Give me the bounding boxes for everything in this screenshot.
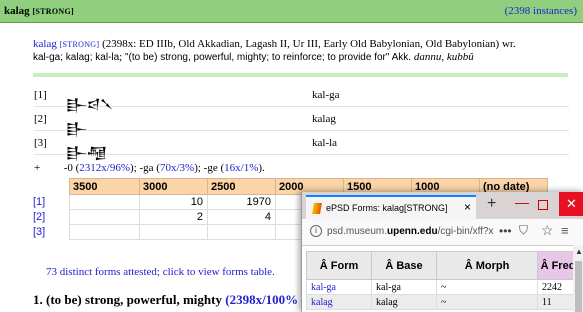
period-cell: 10 [139,194,208,210]
form-base: kal-ga [371,279,437,295]
stats-text: ); -ge ( [194,162,225,174]
tab-close-icon[interactable]: × [464,200,471,214]
stats-plus: + [34,162,41,174]
section-divider [33,73,568,77]
url-prefix: psd.museum. [327,226,388,237]
period-cell [69,209,140,225]
period-cell [207,224,276,240]
period-row-link[interactable]: [1] [33,195,70,210]
forms-header-row: Â Form Â Base Â Morph Â Freq [306,251,579,280]
forms-table: Â Form Â Base Â Morph Â Freq kal-ga kal-… [306,251,579,310]
tab-title: ePSD Forms: kalag[STRONG] [326,203,448,213]
form-row: [2] 𒃲 kalag [34,108,569,137]
period-cell: 1970 [207,194,276,210]
url-domain: upenn.edu [387,226,438,237]
period-row-link[interactable]: [2] [33,210,70,225]
sense-text: 1. (to be) strong, powerful, mighty [33,292,222,307]
period-cell: 2 [139,209,208,225]
scrollbar[interactable]: ▲ [573,245,583,312]
scroll-up-icon[interactable]: ▲ [575,247,583,256]
pocket-icon[interactable]: ⛉ [519,223,528,238]
period-header: 3500 [69,178,140,195]
close-window-icon[interactable]: ✕ [559,192,583,216]
lemma-summary: kalag [STRONG] (2398x: ED IIIb, Old Akka… [33,38,516,63]
form-index: [2] [34,113,47,125]
summary-forms: kal-ga; kalag; kal-la [33,52,120,63]
stats-link-2[interactable]: 70x/3% [160,162,194,174]
form-index: [3] [34,137,47,149]
bookmark-star-icon[interactable]: ☆ [541,222,554,239]
maximize-icon[interactable] [538,200,548,210]
address-bar[interactable]: i psd.museum.upenn.edu/cgi-bin/xff?x •••… [302,219,583,246]
sense-heading: 1. (to be) strong, powerful, mighty (239… [33,292,298,308]
form-row: [1] 𒃲𒁀𒃵 kal-ga [34,84,569,113]
period-cell [139,224,208,240]
summary-akkadian: dannu, kubbû [413,51,474,63]
summary-lemma-link[interactable]: kalag [33,38,57,50]
form-value: kal-ga [312,89,340,101]
form-link[interactable]: kal-ga [306,279,372,295]
forms-row: kalag kalag ~ 11 [306,294,579,310]
form-link[interactable]: kalag [306,294,372,310]
stats-text: ); -ga ( [130,162,160,174]
period-header: 2500 [207,178,276,195]
form-base: kalag [371,294,437,310]
suffix-stats: + -0 (2312x/96%); -ga (70x/3%); -ge (16x… [34,162,265,174]
sense-count-link[interactable]: (2398x/100% [225,292,298,307]
tab-epsd-forms[interactable]: ePSD Forms: kalag[STRONG] × [306,195,476,221]
corner-cell [33,179,70,195]
period-cell [69,194,140,210]
menu-icon[interactable]: ≡ [561,223,569,238]
form-morph: ~ [436,279,538,295]
column-header[interactable]: Â Base [371,251,437,280]
stats-text: -0 ( [63,162,80,174]
period-cell: 4 [207,209,276,225]
summary-gloss: "(to be) strong, powerful, mighty; to re… [124,52,412,63]
form-value: kalag [312,113,336,125]
url-path: /cgi-bin/xff?x [437,226,494,237]
stats-link-1[interactable]: 2312x/96% [79,162,130,174]
period-row-link[interactable]: [3] [33,225,70,240]
lemma-title: kalag [STRONG] [4,5,74,17]
url-text[interactable]: psd.museum.upenn.edu/cgi-bin/xff?x [327,226,494,237]
more-icon[interactable]: ••• [499,224,512,238]
column-header[interactable]: Â Form [306,251,372,280]
form-row: [3] 𒃲𒆷 kal-la [34,132,569,161]
minimize-icon[interactable]: — [515,194,529,210]
forms-row: kal-ga kal-ga ~ 2242 [306,279,579,295]
forms-popup-window: ePSD Forms: kalag[STRONG] × + — ✕ i psd.… [301,192,583,312]
form-morph: ~ [436,294,538,310]
favicon-icon [312,203,322,214]
scrollbar-thumb[interactable] [575,261,582,312]
stats-link-3[interactable]: 16x/1% [224,162,258,174]
summary-attestation: (2398x: ED IIIb, Old Akkadian, Lagash II… [102,38,516,50]
summary-pos[interactable]: [STRONG] [60,40,100,49]
lemma-pos: [STRONG] [32,7,74,16]
instances-link[interactable]: (2398 instances) [505,5,577,17]
forms-table-link[interactable]: 73 distinct forms attested; click to vie… [46,266,275,278]
lemma-word: kalag [4,5,30,17]
period-cell [69,224,140,240]
lemma-header-bar: kalag [STRONG] (2398 instances) [0,0,583,23]
info-icon[interactable]: i [310,225,322,237]
tab-bar: ePSD Forms: kalag[STRONG] × + — ✕ [302,192,583,221]
period-header: 3000 [139,178,208,195]
new-tab-button[interactable]: + [487,195,496,213]
stats-text: ). [258,162,265,174]
form-value: kal-la [312,137,338,149]
column-header[interactable]: Â Morph [436,251,538,280]
form-index: [1] [34,89,47,101]
